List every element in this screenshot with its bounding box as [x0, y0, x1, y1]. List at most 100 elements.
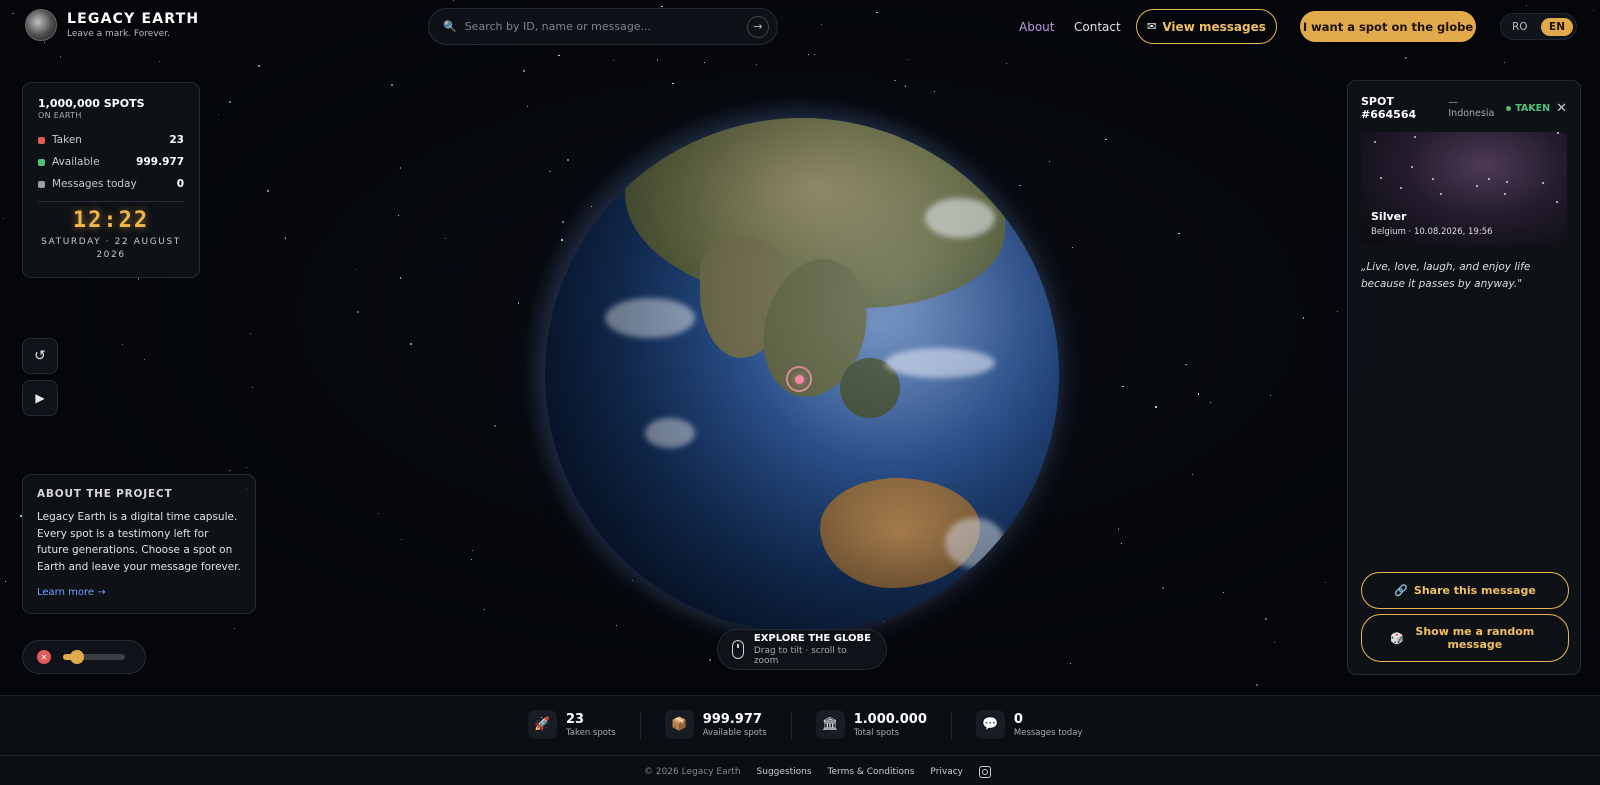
spot-marker[interactable] — [786, 366, 812, 392]
star — [904, 85, 906, 87]
footer-stat-available: 📦 999.977 Available spots — [664, 710, 791, 739]
footer-stats: 🚀 23 Taken spots 📦 999.977 Available spots… — [528, 710, 1106, 739]
speaker-muted-icon[interactable]: ✕ — [37, 650, 51, 664]
star — [1337, 311, 1339, 313]
star — [1592, 9, 1594, 11]
star — [549, 171, 551, 173]
footer-stat-value: 23 — [566, 711, 585, 727]
suggestions-link[interactable]: Suggestions — [757, 767, 812, 777]
autoplay-button[interactable]: ▶ — [22, 380, 58, 416]
star — [484, 609, 486, 611]
rocket-icon: 🚀 — [528, 710, 557, 739]
learn-more-link[interactable]: Learn more → — [37, 587, 241, 598]
star — [400, 539, 403, 541]
copyright: © 2026 Legacy Earth — [644, 767, 741, 777]
link-icon: 🔗 — [1394, 584, 1408, 597]
footer-stat-label: Messages today — [1013, 727, 1083, 738]
star — [562, 221, 564, 223]
spot-meta: Belgium · 10.08.2026, 19:56 — [1371, 227, 1493, 237]
card-star — [1556, 132, 1559, 135]
nav-contact-link[interactable]: Contact — [1074, 20, 1121, 34]
card-star — [1380, 176, 1383, 179]
footer-stat-value: 999.977 — [702, 711, 762, 727]
search-icon: 🔍 — [443, 20, 457, 33]
star — [409, 342, 412, 345]
view-messages-button[interactable]: ✉ View messages — [1136, 9, 1277, 44]
search-input[interactable] — [464, 20, 747, 33]
brand-tagline: Leave a mark. Forever. — [67, 29, 170, 39]
star — [661, 5, 663, 7]
audio-control: ✕ — [22, 640, 146, 674]
star — [228, 470, 230, 472]
close-icon[interactable]: ✕ — [1556, 101, 1567, 116]
card-star — [1542, 182, 1545, 185]
share-message-button[interactable]: 🔗 Share this message — [1361, 572, 1569, 609]
brand[interactable]: LEGACY EARTH Leave a mark. Forever. — [25, 9, 199, 41]
search-submit-arrow-icon[interactable]: → — [747, 15, 769, 38]
stat-row-messages: Messages today 0 — [38, 178, 184, 190]
stats-subtitle: ON EARTH — [38, 111, 82, 120]
star — [820, 24, 822, 26]
star — [906, 58, 908, 60]
card-star — [1413, 136, 1416, 139]
volume-knob[interactable] — [69, 650, 84, 664]
star — [1255, 683, 1258, 686]
star — [703, 61, 705, 63]
star — [398, 214, 400, 217]
card-star — [1488, 177, 1491, 180]
star — [12, 12, 14, 14]
star — [4, 580, 6, 582]
date: SATURDAY · 22 AUGUST 2026 — [41, 237, 181, 260]
lang-en-option[interactable]: EN — [1541, 17, 1573, 36]
lang-ro-option[interactable]: RO — [1512, 21, 1528, 33]
star — [933, 90, 935, 93]
want-spot-button[interactable]: I want a spot on the globe — [1300, 11, 1476, 42]
random-message-button[interactable]: 🎲 Show me a random message — [1361, 614, 1569, 662]
star — [1504, 61, 1506, 63]
spot-message: „Live, love, laugh, and enjoy life becau… — [1361, 261, 1531, 290]
stat-label: Messages today — [52, 178, 137, 190]
chat-icon: 💬 — [975, 710, 1005, 739]
stat-value: 23 — [169, 134, 184, 146]
star — [1197, 393, 1200, 395]
explore-hint: EXPLORE THE GLOBE Drag to tilt · scroll … — [717, 629, 887, 670]
star — [1069, 662, 1071, 665]
star — [158, 60, 160, 63]
star — [229, 101, 232, 104]
earth-logo-icon — [25, 9, 57, 41]
spot-country: — Indonesia — [1448, 97, 1495, 119]
building-icon: 🏛 — [815, 710, 845, 739]
star — [526, 105, 529, 108]
star — [558, 54, 560, 57]
spot-image-card: Silver Belgium · 10.08.2026, 19:56 — [1361, 132, 1567, 245]
star — [144, 358, 146, 360]
status-label: TAKEN — [1515, 102, 1551, 114]
globe-stage[interactable]: LEGACY EARTH Leave a mark. Forever. 🔍 → … — [0, 0, 1600, 695]
spot-marker-dot-icon — [794, 374, 804, 384]
privacy-link[interactable]: Privacy — [930, 767, 963, 777]
view-messages-label: View messages — [1162, 19, 1266, 34]
star — [807, 54, 809, 56]
star — [518, 302, 520, 304]
nav-about-link[interactable]: About — [1019, 20, 1054, 34]
star — [1117, 528, 1120, 530]
taken-dot-icon — [38, 136, 45, 144]
stat-row-available: Available 999.977 — [38, 156, 184, 168]
star — [1325, 581, 1327, 584]
star — [494, 424, 497, 427]
star — [377, 512, 379, 514]
volume-slider[interactable] — [63, 650, 125, 664]
star — [1209, 402, 1212, 404]
star — [1071, 246, 1073, 248]
instagram-icon[interactable] — [979, 766, 992, 778]
star — [1154, 405, 1157, 408]
dice-icon: 🎲 — [1390, 631, 1404, 645]
language-switch: RO EN — [1500, 13, 1577, 40]
reset-view-button[interactable]: ↺ — [22, 338, 58, 374]
terms-link[interactable]: Terms & Conditions — [828, 767, 915, 777]
star — [1048, 160, 1050, 162]
star — [391, 84, 394, 87]
star — [249, 333, 251, 335]
card-star — [1410, 165, 1413, 168]
star — [1525, 4, 1527, 7]
